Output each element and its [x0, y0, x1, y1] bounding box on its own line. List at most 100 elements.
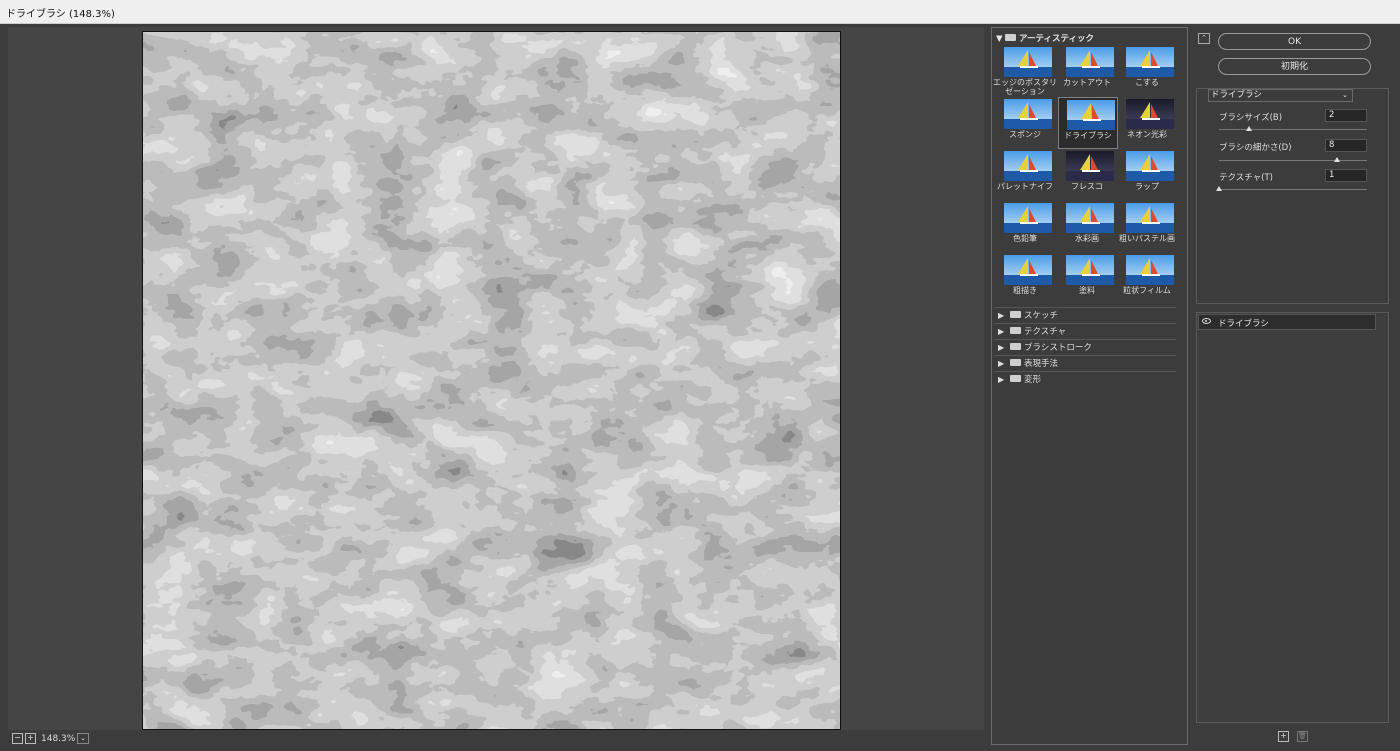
filter-thumb-13[interactable]: 粗描き	[996, 253, 1056, 305]
film-grain-thumbnail	[1126, 255, 1174, 285]
filter-thumb-label: 粒状フィルム	[1123, 286, 1171, 295]
filter-thumb-label: ネオン光彩	[1127, 130, 1167, 139]
visibility-eye-icon[interactable]	[1202, 318, 1211, 324]
category-5[interactable]: ▶ 変形	[994, 371, 1176, 387]
filter-thumb-label: カットアウト	[1063, 78, 1111, 87]
filter-thumb-4[interactable]: スポンジ	[996, 97, 1056, 149]
category-artistic[interactable]: ▼ アーティスティック	[996, 32, 1094, 44]
expand-triangle-icon: ▼	[996, 34, 1003, 44]
filter-thumb-10[interactable]: 色鉛筆	[996, 201, 1056, 253]
filter-thumb-label: 水彩画	[1075, 234, 1099, 243]
brush-detail-slider-handle[interactable]	[1334, 157, 1341, 162]
filter-thumb-5[interactable]: ドライブラシ	[1058, 97, 1118, 149]
cutout-thumbnail	[1066, 47, 1114, 77]
brush-size-input[interactable]: 2	[1325, 109, 1367, 122]
filter-select-value: ドライブラシ	[1211, 90, 1262, 100]
category-label: ブラシストローク	[1024, 343, 1092, 353]
effect-layer-label: ドライブラシ	[1218, 319, 1269, 329]
category-3[interactable]: ▶ ブラシストローク	[994, 339, 1176, 355]
expand-triangle-icon: ▶	[998, 359, 1005, 368]
filter-thumb-11[interactable]: 水彩画	[1058, 201, 1118, 253]
effect-layers-panel	[1196, 312, 1389, 723]
zoom-out-button[interactable]: −	[12, 733, 23, 744]
expand-triangle-icon: ▶	[998, 375, 1005, 384]
filter-thumb-9[interactable]: ラップ	[1118, 149, 1178, 201]
brush-detail-label: ブラシの細かさ(D)	[1219, 143, 1292, 153]
filter-thumb-3[interactable]: こする	[1118, 45, 1178, 97]
filter-thumb-label: 色鉛筆	[1013, 234, 1037, 243]
folder-icon	[1005, 34, 1016, 41]
fresco-thumbnail	[1066, 151, 1114, 181]
title-bar: ドライブラシ (148.3%)	[0, 0, 1400, 24]
plastic-wrap-thumbnail	[1126, 151, 1174, 181]
dry-brush-thumbnail	[1067, 100, 1115, 130]
brush-size-slider[interactable]	[1219, 129, 1367, 130]
smudge-thumbnail	[1126, 47, 1174, 77]
zoom-menu-button[interactable]: ⌄	[77, 733, 89, 744]
chevron-down-icon: ⌄	[1342, 91, 1348, 99]
folder-icon	[1010, 375, 1021, 382]
filter-thumb-label: ラップ	[1135, 182, 1159, 191]
category-label: 表現手法	[1024, 359, 1059, 369]
expand-triangle-icon: ▶	[998, 343, 1005, 352]
new-effect-layer-icon[interactable]: +	[1278, 731, 1289, 742]
filter-thumb-label: パレットナイフ	[997, 182, 1053, 191]
sponge-thumbnail	[1004, 99, 1052, 129]
folder-icon	[1010, 343, 1021, 350]
category-label: スケッチ	[1024, 311, 1059, 321]
category-1[interactable]: ▶ スケッチ	[994, 307, 1176, 323]
category-2[interactable]: ▶ テクスチャ	[994, 323, 1176, 339]
filter-thumb-2[interactable]: カットアウト	[1058, 45, 1118, 97]
watercolor-thumbnail	[1066, 203, 1114, 233]
filter-gallery: ▼ アーティスティック エッジのポスタリゼーション カットアウト こするスポンジ ドライ…	[991, 27, 1188, 745]
colored-pencil-thumbnail	[1004, 203, 1052, 233]
zoom-in-button[interactable]: +	[25, 733, 36, 744]
filter-thumb-label: 粗描き	[1013, 286, 1037, 295]
brush-detail-input[interactable]: 8	[1325, 139, 1367, 152]
filter-thumb-15[interactable]: 粒状フィルム	[1118, 253, 1178, 305]
filter-thumb-14[interactable]: 塗料	[1058, 253, 1118, 305]
collapse-gallery-icon[interactable]: ⌃	[1198, 33, 1210, 44]
filter-thumb-label: スポンジ	[1009, 130, 1041, 139]
texture-label: テクスチャ(T)	[1219, 173, 1273, 183]
dry-brush-preview-image	[143, 32, 840, 729]
effect-layer-row[interactable]: ドライブラシ	[1198, 314, 1376, 330]
filter-thumb-7[interactable]: パレットナイフ	[996, 149, 1056, 201]
filter-select[interactable]: ドライブラシ ⌄	[1208, 89, 1353, 102]
filter-thumb-6[interactable]: ネオン光彩	[1118, 97, 1178, 149]
preview-canvas[interactable]	[142, 31, 841, 730]
texture-input[interactable]: 1	[1325, 169, 1367, 182]
category-4[interactable]: ▶ 表現手法	[994, 355, 1176, 371]
window-title: ドライブラシ (148.3%)	[6, 9, 115, 20]
folder-icon	[1010, 327, 1021, 334]
brush-detail-slider[interactable]	[1219, 160, 1367, 161]
filter-thumb-1[interactable]: エッジのポスタリゼーション	[993, 45, 1057, 97]
palette-knife-thumbnail	[1004, 151, 1052, 181]
category-label: テクスチャ	[1024, 327, 1067, 337]
expand-triangle-icon: ▶	[998, 311, 1005, 320]
zoom-level: 148.3%	[41, 734, 76, 744]
texture-slider-handle[interactable]	[1216, 186, 1222, 191]
reset-button[interactable]: 初期化	[1218, 58, 1371, 75]
folder-icon	[1010, 311, 1021, 318]
bottom-bar: − + 148.3% ⌄	[0, 731, 990, 751]
filter-thumb-label: フレスコ	[1071, 182, 1103, 191]
filter-thumb-8[interactable]: フレスコ	[1058, 149, 1118, 201]
neon-glow-thumbnail	[1126, 99, 1174, 129]
edge-posterize-thumbnail	[1004, 47, 1052, 77]
filter-thumb-label: 塗料	[1079, 286, 1095, 295]
filter-thumb-label: ドライブラシ	[1064, 131, 1112, 140]
brush-size-slider-handle[interactable]	[1245, 126, 1252, 131]
ok-button[interactable]: OK	[1218, 33, 1371, 50]
underpainting-thumbnail	[1004, 255, 1052, 285]
delete-effect-layer-icon[interactable]: 🗑	[1297, 731, 1308, 742]
filter-thumb-label: エッジのポスタリゼーション	[993, 78, 1057, 96]
filter-thumb-12[interactable]: 粗いパステル画	[1118, 201, 1178, 253]
expand-triangle-icon: ▶	[998, 327, 1005, 336]
folder-icon	[1010, 359, 1021, 366]
filter-thumb-label: こする	[1135, 78, 1159, 87]
brush-size-label: ブラシサイズ(B)	[1219, 113, 1283, 123]
rough-pastels-thumbnail	[1126, 203, 1174, 233]
filter-thumb-label: 粗いパステル画	[1119, 234, 1175, 243]
texture-slider[interactable]	[1219, 189, 1367, 190]
